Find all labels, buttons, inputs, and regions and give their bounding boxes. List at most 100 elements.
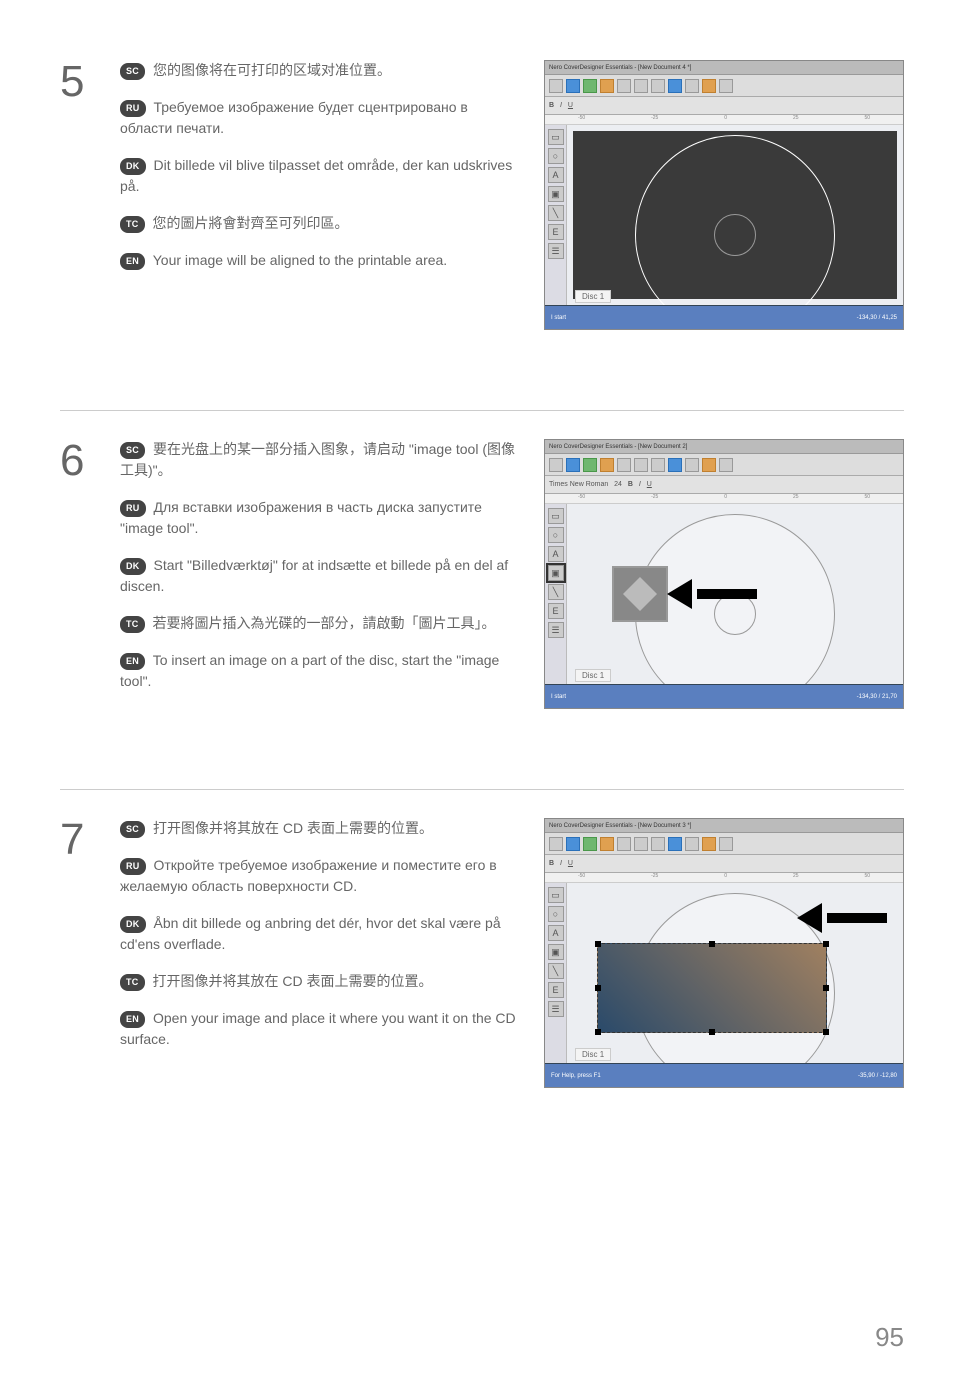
step-6: 6 sc 要在光盘上的某一部分插入图象，请启动 "image tool (图像工…: [60, 410, 904, 729]
lang-sc: sc 您的图像将在可打印的区域对准位置。: [120, 60, 524, 81]
circle-tool-icon: ○: [548, 148, 564, 164]
text-dk: Dit billede vil blive tilpasset det områ…: [120, 157, 512, 194]
tb-icon: [566, 458, 580, 472]
tb-icon: [685, 837, 699, 851]
tb-icon: [566, 79, 580, 93]
badge-en: en: [120, 253, 145, 271]
lang-ru: ru Требуемое изображение будет сцентриро…: [120, 97, 524, 139]
badge-ru: ru: [120, 858, 146, 876]
lang-tc: tc 打开图像并将其放在 CD 表面上需要的位置。: [120, 971, 524, 992]
text-ru: Требуемое изображение будет сцентрирован…: [120, 99, 468, 136]
tool-icon: ☰: [548, 622, 564, 638]
tool-icon: ☰: [548, 1001, 564, 1017]
text-tc: 若要將圖片插入為光碟的一部分，請啟動「圖片工具」。: [153, 615, 496, 631]
text-tool-icon: A: [548, 167, 564, 183]
tb-icon: [668, 79, 682, 93]
tb-icon: [651, 79, 665, 93]
lang-sc: sc 打开图像并将其放在 CD 表面上需要的位置。: [120, 818, 524, 839]
badge-ru: ru: [120, 100, 146, 118]
ss-toolbar: [545, 75, 903, 97]
ss-statusbar: For Help, press F1 -35,90 / -12,80: [545, 1063, 903, 1087]
lang-dk: dk Dit billede vil blive tilpasset det o…: [120, 155, 524, 197]
tb-icon: [719, 837, 733, 851]
badge-dk: dk: [120, 158, 146, 176]
line-tool-icon: ╲: [548, 584, 564, 600]
text-tc: 您的圖片將會對齊至可列印區。: [153, 215, 349, 231]
text-dk: Start "Billedværktøj" for at indsætte et…: [120, 557, 508, 594]
ss-body: ▭ ○ A ▣ ╲ E ☰: [545, 125, 903, 305]
tab-disc1: Disc 1: [575, 669, 611, 682]
image-tool-icon: ▣: [548, 186, 564, 202]
badge-tc: tc: [120, 616, 145, 634]
ss-sidebar: ▭ ○ A ▣ ╲ E ☰: [545, 125, 567, 305]
arrow-icon: [667, 579, 757, 609]
pointer-tool-icon: ▭: [548, 887, 564, 903]
ss-toolbar: [545, 833, 903, 855]
badge-tc: tc: [120, 216, 145, 234]
text-en: Your image will be aligned to the printa…: [153, 252, 447, 268]
ss-menubar: Nero CoverDesigner Essentials - [New Doc…: [545, 440, 903, 454]
coords-readout: -134,30 / 41,25: [857, 315, 897, 321]
coords-readout: -134,30 / 21,70: [857, 694, 897, 700]
ss-sidebar: ▭ ○ A ▣ ╲ E ☰: [545, 883, 567, 1063]
page-root: 5 sc 您的图像将在可打印的区域对准位置。 ru Требуемое изоб…: [0, 0, 954, 1158]
lang-dk: dk Start "Billedværktøj" for at indsætte…: [120, 555, 524, 597]
line-tool-icon: ╲: [548, 205, 564, 221]
tb-icon: [702, 837, 716, 851]
step-text-col: sc 您的图像将在可打印的区域对准位置。 ru Требуемое изобра…: [120, 60, 524, 330]
tb-icon: [583, 458, 597, 472]
ss-toolbar2: Times New Roman 24 B I U: [545, 476, 903, 494]
pointer-tool-icon: ▭: [548, 129, 564, 145]
ss-canvas: [567, 504, 903, 684]
coords-readout: -35,90 / -12,80: [858, 1073, 897, 1079]
ss-canvas: [567, 883, 903, 1063]
text-sc: 要在光盘上的某一部分插入图象，请启动 "image tool (图像工具)"。: [120, 441, 515, 478]
step-number: 7: [60, 818, 100, 1088]
tab-disc1: Disc 1: [575, 290, 611, 303]
tb-icon: [668, 837, 682, 851]
ss-menubar: Nero CoverDesigner Essentials - [New Doc…: [545, 819, 903, 833]
font-selector: Times New Roman: [549, 481, 608, 488]
text-sc: 您的图像将在可打印的区域对准位置。: [153, 62, 391, 78]
ss-canvas: [567, 125, 903, 305]
step-5: 5 sc 您的图像将在可打印的区域对准位置。 ru Требуемое изоб…: [60, 60, 904, 350]
tb-icon: [617, 837, 631, 851]
tb-icon: [634, 458, 648, 472]
screenshot-7: Nero CoverDesigner Essentials - [New Doc…: [544, 818, 904, 1088]
pointer-tool-icon: ▭: [548, 508, 564, 524]
tb-icon: [600, 837, 614, 851]
text-dk: Åbn dit billede og anbring det dér, hvor…: [120, 915, 501, 952]
step-number: 6: [60, 439, 100, 709]
image-tool-icon: ▣: [548, 944, 564, 960]
tb-icon: [685, 79, 699, 93]
ss-toolbar2: B I U: [545, 855, 903, 873]
tb-icon: [617, 79, 631, 93]
text-sc: 打开图像并将其放在 CD 表面上需要的位置。: [153, 820, 433, 836]
lang-en: en Open your image and place it where yo…: [120, 1008, 524, 1050]
tb-icon: [583, 79, 597, 93]
ss-toolbar2: B I U: [545, 97, 903, 115]
page-number: 95: [875, 1322, 904, 1353]
line-tool-icon: ╲: [548, 963, 564, 979]
tb-icon: [583, 837, 597, 851]
tb-icon: [617, 458, 631, 472]
start-button: I start: [551, 694, 566, 700]
ss-body: ▭ ○ A ▣ ╲ E ☰: [545, 504, 903, 684]
ss-ruler: -50-2502550: [545, 873, 903, 883]
lang-ru: ru Для вставки изображения в часть диска…: [120, 497, 524, 539]
tb-icon: [634, 837, 648, 851]
text-tc: 打开图像并将其放在 CD 表面上需要的位置。: [153, 973, 433, 989]
tb-icon: [719, 79, 733, 93]
status-hint: For Help, press F1: [551, 1073, 601, 1079]
tb-icon: [600, 79, 614, 93]
lang-en: en Your image will be aligned to the pri…: [120, 250, 524, 271]
lang-ru: ru Откройте требуемое изображение и поме…: [120, 855, 524, 897]
screenshot-6: Nero CoverDesigner Essentials - [New Doc…: [544, 439, 904, 709]
text-ru: Для вставки изображения в часть диска за…: [120, 499, 482, 536]
text-tool-icon: A: [548, 546, 564, 562]
start-button: I start: [551, 315, 566, 321]
ss-ruler: -50-2502550: [545, 115, 903, 125]
tb-icon: [651, 837, 665, 851]
text-en: To insert an image on a part of the disc…: [120, 652, 499, 689]
text-ru: Откройте требуемое изображение и помести…: [120, 857, 497, 894]
